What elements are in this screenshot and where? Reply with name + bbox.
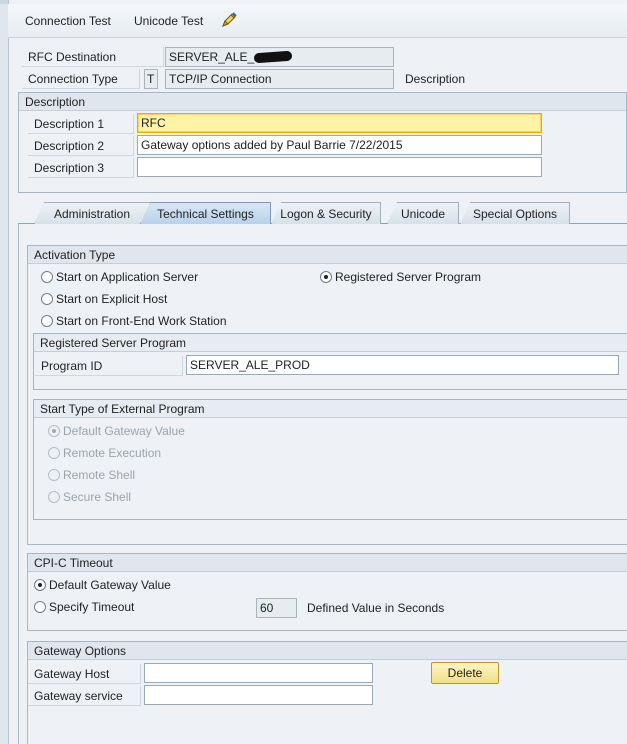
frontend-label: Start on Front-End Work Station [56,314,227,328]
registered-server-title: Registered Server Program [34,334,627,352]
timeout-unit-label: Defined Value in Seconds [307,601,445,615]
radio-specify-timeout[interactable] [34,601,46,613]
option-start-app-server[interactable]: Start on Application Server [41,270,198,288]
timeout-value-field: 60 [256,598,297,618]
gateway-host-input[interactable] [144,663,373,683]
application-toolbar: Connection Test Unicode Test [8,4,627,38]
remote-execution-label: Remote Execution [63,446,162,460]
gateway-service-input[interactable] [144,685,373,705]
option-specify-timeout[interactable]: Specify Timeout [34,600,134,618]
redaction-mark [253,50,293,64]
tab-technical-settings[interactable]: Technical Settings [140,202,271,224]
tab-unicode[interactable]: Unicode [387,202,459,224]
unicode-test-button[interactable]: Unicode Test [134,14,203,28]
radio-remote-shell [48,469,60,481]
description-1-input[interactable]: RFC [137,113,542,133]
cpic-default-label: Default Gateway Value [49,578,171,592]
pencil-tool-icon[interactable] [220,11,238,29]
default-gateway-start-label: Default Gateway Value [63,424,185,438]
program-id-input[interactable]: SERVER_ALE_PROD [186,355,619,375]
description-3-label: Description 3 [28,158,134,178]
option-frontend[interactable]: Start on Front-End Work Station [41,314,227,332]
option-default-gateway-start: Default Gateway Value [48,424,185,442]
option-secure-shell: Secure Shell [48,490,131,508]
option-cpic-default[interactable]: Default Gateway Value [34,578,171,596]
secure-shell-label: Secure Shell [63,490,132,504]
option-registered-server[interactable]: Registered Server Program [320,270,481,288]
description-group-title: Description [19,93,626,111]
description-2-label: Description 2 [28,136,134,156]
explicit-host-label: Start on Explicit Host [56,292,168,306]
radio-start-app-server[interactable] [41,271,53,283]
description-2-input[interactable]: Gateway options added by Paul Barrie 7/2… [137,135,542,155]
program-id-label: Program ID [35,356,183,376]
cpic-timeout-title: CPI-C Timeout [28,554,627,572]
description-3-input[interactable] [137,157,542,177]
radio-remote-execution [48,447,60,459]
option-remote-shell: Remote Shell [48,468,135,486]
tab-special-options[interactable]: Special Options [460,202,570,224]
registered-server-label: Registered Server Program [335,270,482,284]
description-header-label: Description [405,72,466,86]
option-explicit-host[interactable]: Start on Explicit Host [41,292,167,310]
start-type-title: Start Type of External Program [34,400,627,418]
tab-strip: Administration Technical Settings Logon … [18,202,627,224]
radio-explicit-host[interactable] [41,293,53,305]
start-app-server-label: Start on Application Server [56,270,199,284]
connection-test-button[interactable]: Connection Test [25,14,111,28]
gateway-host-label: Gateway Host [28,664,141,684]
rfc-destination-value: SERVER_ALE_ [169,50,255,64]
specify-timeout-label: Specify Timeout [49,600,135,614]
gateway-service-label: Gateway service [28,686,141,706]
radio-default-gateway-start [48,425,60,437]
delete-button[interactable]: Delete [431,662,499,684]
rfc-destination-label: RFC Destination [22,47,164,67]
radio-frontend[interactable] [41,315,53,327]
gateway-options-title: Gateway Options [28,642,627,660]
option-remote-execution: Remote Execution [48,446,161,464]
connection-type-label: Connection Type [22,69,140,89]
connection-type-field: TCP/IP Connection [165,69,394,89]
radio-secure-shell [48,491,60,503]
rfc-destination-field: SERVER_ALE_ [165,47,394,67]
description-1-label: Description 1 [28,114,134,134]
activation-type-title: Activation Type [28,246,627,264]
radio-registered-server[interactable] [320,271,332,283]
remote-shell-label: Remote Shell [63,468,136,482]
tab-administration[interactable]: Administration [34,202,150,224]
tab-logon-security[interactable]: Logon & Security [271,202,381,224]
connection-type-code: T [144,69,158,89]
radio-cpic-default[interactable] [34,579,46,591]
